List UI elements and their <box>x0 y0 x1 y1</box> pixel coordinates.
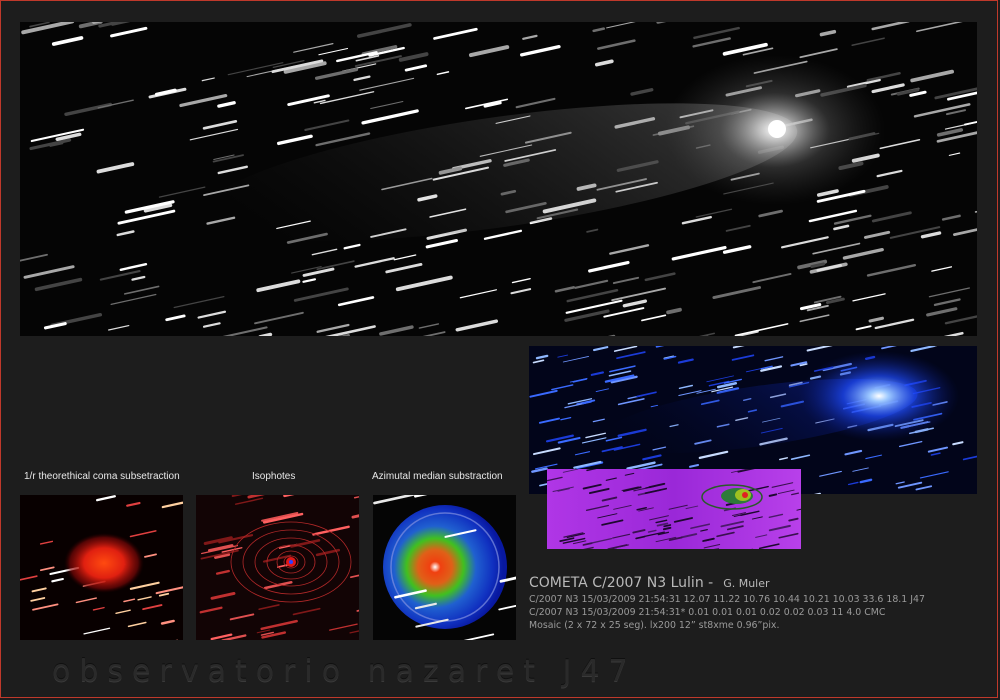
azimutal-thumbnail <box>373 495 516 640</box>
caption-isophotes: Isophotes <box>252 471 296 482</box>
caption-coma-subtraction: 1/r theorethical coma subsetraction <box>24 471 180 482</box>
photometry-line-2: C/2007 N3 15/03/2009 21:54:31* 0.01 0.01… <box>529 607 886 618</box>
coma-subtraction-thumbnail <box>20 495 183 640</box>
comet-title-text: COMETA C/2007 N3 Lulin - <box>529 575 714 591</box>
equipment-line: Mosaic (2 x 72 x 25 seg). lx200 12” st8x… <box>529 620 780 631</box>
isophotes-thumbnail <box>196 495 359 640</box>
comet-author: G. Muler <box>723 577 770 590</box>
main-comet-photo <box>20 22 977 336</box>
caption-azimutal: Azimutal median substraction <box>372 471 503 482</box>
comet-title: COMETA C/2007 N3 Lulin - G. Muler <box>529 575 770 591</box>
observatory-watermark: observatorio nazaret J47 <box>52 654 637 689</box>
photometry-line-1: C/2007 N3 15/03/2009 21:54:31 12.07 11.2… <box>529 594 925 605</box>
purple-isophote-photo <box>547 469 801 549</box>
